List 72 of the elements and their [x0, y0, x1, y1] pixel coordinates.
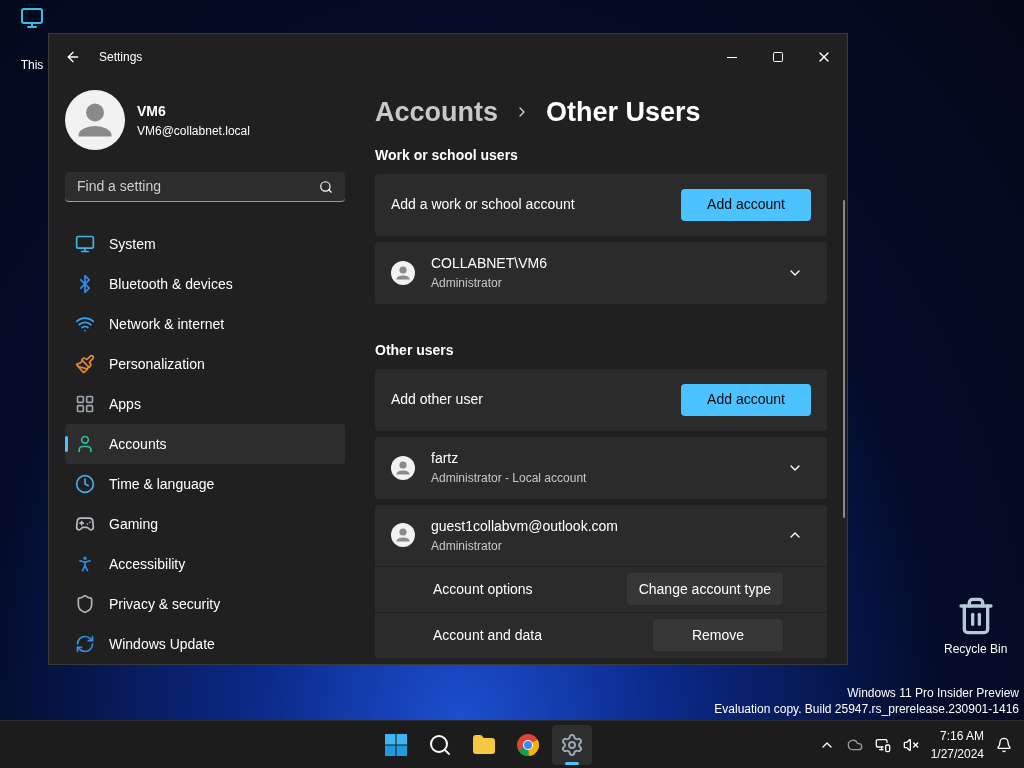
avatar-icon — [391, 523, 415, 547]
shortcut-label[interactable]: This — [20, 56, 44, 74]
action-label: Add a work or school account — [391, 195, 576, 214]
search-icon — [428, 732, 453, 757]
speaker-muted-icon[interactable] — [902, 736, 919, 753]
window-title: Settings — [99, 49, 143, 66]
minimize-icon — [727, 56, 737, 58]
section-heading: Work or school users — [375, 145, 519, 165]
nav-item[interactable]: System — [65, 224, 345, 264]
shortcut-label[interactable]: Recycle Bin — [944, 640, 1008, 658]
taskbar-app[interactable] — [552, 724, 593, 765]
maximize-icon — [772, 51, 784, 63]
network-icon[interactable] — [874, 736, 891, 753]
wifi-icon — [75, 314, 95, 334]
nav-item[interactable]: Gaming — [65, 504, 345, 544]
scrollbar[interactable] — [843, 200, 845, 518]
user-row[interactable]: COLLABNET\VM6 Administrator — [375, 241, 827, 304]
option-button[interactable]: Remove — [653, 619, 783, 651]
nav-item[interactable]: Windows Update — [65, 624, 345, 664]
nav-item[interactable]: Bluetooth & devices — [65, 264, 345, 304]
add-account-button[interactable]: Add account — [681, 383, 811, 416]
nav-item[interactable]: Apps — [65, 384, 345, 424]
user-row[interactable]: fartz Administrator - Local account — [375, 436, 827, 499]
nav-item[interactable]: Accounts — [65, 424, 345, 464]
user-name: guest1collabvm@outlook.com — [431, 516, 619, 536]
avatar-icon — [391, 455, 415, 480]
avatar-icon — [65, 90, 125, 150]
windows-logo-icon — [384, 732, 409, 757]
clock-icon — [75, 474, 95, 494]
nav-item[interactable]: Personalization — [65, 344, 345, 384]
paintbrush-icon — [75, 354, 95, 374]
notification-icon[interactable] — [996, 736, 1012, 753]
option-label: Account options — [433, 579, 534, 599]
profile-name: VM6 — [137, 101, 167, 121]
clock-date[interactable]: 1/27/2024 — [930, 744, 984, 763]
breadcrumb-link[interactable]: Accounts — [375, 92, 499, 133]
nav-item[interactable]: Network & internet — [65, 304, 345, 344]
gamepad-icon — [75, 514, 95, 534]
profile-email: VM6@collabnet.local — [137, 122, 250, 140]
option-button[interactable]: Change account type — [626, 573, 783, 605]
shield-icon — [75, 594, 95, 614]
option-label: Account and data — [433, 625, 543, 645]
nav-item[interactable]: Accessibility — [65, 544, 345, 584]
selection-indicator — [65, 436, 68, 452]
user-role: Administrator - Local account — [431, 470, 588, 487]
user-role: Administrator — [431, 275, 503, 292]
browser-icon — [516, 732, 541, 757]
watermark-text: Evaluation copy. Build 25947.rs_prerelease.230901-1416 — [714, 701, 1019, 717]
user-name: fartz — [431, 449, 460, 468]
folder-icon — [472, 732, 497, 757]
search-field[interactable]: Find a setting — [65, 172, 345, 202]
monitor-icon — [75, 234, 95, 254]
settings-icon — [560, 732, 585, 757]
monitor-icon[interactable] — [18, 6, 46, 30]
watermark-text: Windows 11 Pro Insider Preview — [847, 685, 1019, 701]
clock-time[interactable]: 7:16 AM — [940, 726, 984, 745]
person-icon — [75, 434, 95, 454]
user-name: COLLABNET\VM6 — [431, 254, 548, 273]
action-label: Add other user — [391, 390, 484, 409]
refresh-icon — [75, 634, 95, 654]
nav-item[interactable]: Time & language — [65, 464, 345, 504]
search-icon — [319, 179, 333, 194]
user-role: Administrator — [431, 537, 503, 555]
avatar-icon — [391, 260, 415, 285]
nav-item[interactable]: Privacy & security — [65, 584, 345, 624]
page-title: Other Users — [546, 96, 701, 129]
user-row[interactable]: guest1collabvm@outlook.com Administrator — [375, 504, 827, 567]
search-input[interactable]: Find a setting — [77, 176, 319, 197]
section-heading: Other users — [375, 340, 455, 360]
grid-icon — [75, 394, 95, 414]
active-indicator — [565, 761, 580, 765]
add-account-button[interactable]: Add account — [681, 188, 811, 221]
